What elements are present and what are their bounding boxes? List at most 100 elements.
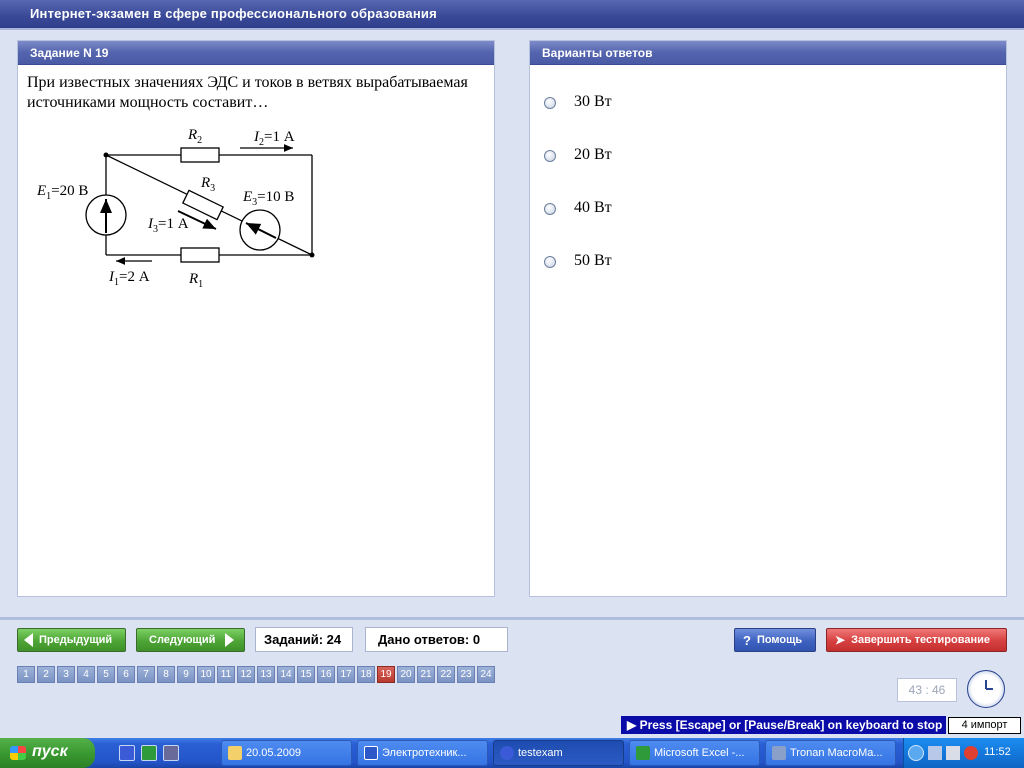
resistor-r2 [180, 147, 220, 163]
answer-option-1[interactable]: 30 Вт [544, 93, 744, 113]
label-i2: I2=1 А [253, 129, 295, 148]
page-button[interactable]: 21 [417, 666, 435, 683]
page-button[interactable]: 20 [397, 666, 415, 683]
previous-button[interactable]: Предыдущий [17, 628, 126, 652]
word-icon [364, 746, 378, 760]
answer-option-4[interactable]: 50 Вт [544, 252, 744, 272]
tray-network-icon[interactable] [946, 746, 960, 760]
page-button[interactable]: 23 [457, 666, 475, 683]
page-button[interactable]: 4 [77, 666, 95, 683]
clock-icon [967, 670, 1005, 708]
taskbar-window-label: testexam [518, 747, 563, 759]
finish-button[interactable]: ➤ Завершить тестирование [826, 628, 1007, 652]
radio-icon[interactable] [544, 150, 556, 162]
label-r2: R2 [187, 127, 202, 146]
radio-icon[interactable] [544, 97, 556, 109]
window-title: Интернет-экзамен в сфере профессионально… [0, 0, 1024, 28]
page-button[interactable]: 15 [297, 666, 315, 683]
start-button[interactable]: пуск [0, 738, 95, 768]
taskbar-window-excel[interactable]: Microsoft Excel -... [629, 740, 760, 766]
label-i1: I1=2 А [108, 269, 150, 288]
help-button-label: Помощь [756, 634, 803, 646]
taskbar-window-label: Электротехник... [382, 747, 467, 759]
help-button[interactable]: ? Помощь [734, 628, 816, 652]
page-button[interactable]: 17 [337, 666, 355, 683]
label-r1: R1 [188, 271, 203, 290]
page-button[interactable]: 2 [37, 666, 55, 683]
tray-app-icon[interactable] [928, 746, 942, 760]
page-button[interactable]: 7 [137, 666, 155, 683]
page-button[interactable]: 22 [437, 666, 455, 683]
finish-button-label: Завершить тестирование [851, 634, 990, 646]
task-header: Задание N 19 [18, 41, 494, 65]
excel-icon [636, 746, 650, 760]
previous-button-label: Предыдущий [39, 634, 113, 646]
answer-label: 20 Вт [574, 146, 612, 163]
answer-label: 50 Вт [574, 252, 612, 269]
taskbar-window-label: 20.05.2009 [246, 747, 302, 759]
label-r3: R3 [200, 175, 215, 194]
tray-antivirus-icon[interactable] [964, 746, 978, 760]
play-icon: ▶ [627, 718, 637, 732]
page-button[interactable]: 5 [97, 666, 115, 683]
page-button[interactable]: 14 [277, 666, 295, 683]
label-e1: E1=20 В [36, 183, 88, 202]
answers-counter: Дано ответов: 0 [365, 627, 508, 652]
page-button[interactable]: 19 [377, 666, 395, 683]
runner-icon: ➤ [835, 633, 846, 647]
timer-display: 43 : 46 [897, 678, 957, 702]
answers-header: Варианты ответов [530, 41, 1006, 65]
answer-option-3[interactable]: 40 Вт [544, 199, 744, 219]
taskbar-window-macro[interactable]: Tronan MacroMa... [765, 740, 896, 766]
quicklaunch-bmp-icon[interactable] [163, 745, 179, 761]
clock-time: 11:52 [984, 746, 1011, 758]
page-button[interactable]: 3 [57, 666, 75, 683]
tasks-counter: Заданий: 24 [255, 627, 353, 652]
title-divider [0, 28, 1024, 30]
answer-label: 30 Вт [574, 93, 612, 110]
question-text: При известных значениях ЭДС и токов в ве… [27, 74, 468, 111]
answer-label: 40 Вт [574, 199, 612, 216]
page-button[interactable]: 12 [237, 666, 255, 683]
quicklaunch-ie-icon[interactable] [119, 745, 135, 761]
radio-icon[interactable] [544, 203, 556, 215]
macro-icon [772, 746, 786, 760]
label-i3: I3=1 А [147, 216, 189, 235]
next-button-label: Следующий [149, 634, 216, 646]
folder-icon [228, 746, 242, 760]
taskbar-window-label: Tronan MacroMa... [790, 747, 883, 759]
answer-option-2[interactable]: 20 Вт [544, 146, 744, 166]
page-button[interactable]: 1 [17, 666, 35, 683]
taskbar-window-label: Microsoft Excel -... [654, 747, 745, 759]
task-panel: Задание N 19 При известных значениях ЭДС… [17, 40, 495, 597]
page-button[interactable]: 6 [117, 666, 135, 683]
page-button[interactable]: 10 [197, 666, 215, 683]
taskbar-window-testexam[interactable]: testexam [493, 740, 624, 766]
page-button[interactable]: 16 [317, 666, 335, 683]
label-e3: E3=10 В [242, 189, 294, 208]
arrow-left-icon [24, 633, 33, 647]
question-page-nav: 1 2 3 4 5 6 7 8 9 10 11 12 13 14 15 16 17 18 19 20 21 22 23 24 [17, 666, 497, 683]
page-button[interactable]: 9 [177, 666, 195, 683]
circuit-diagram: R2 I2=1 А R3 E1=20 В E3=10 В I3=1 А I1=2… [36, 127, 315, 290]
macro-banner: ▶ Press [Escape] or [Pause/Break] on key… [621, 716, 946, 734]
banner-text: Press [Escape] or [Pause/Break] on keybo… [639, 718, 943, 732]
page-button[interactable]: 24 [477, 666, 495, 683]
page-button[interactable]: 8 [157, 666, 175, 683]
page-button[interactable]: 13 [257, 666, 275, 683]
next-button[interactable]: Следующий [136, 628, 245, 652]
banner-extra-label: 4 импорт [948, 717, 1021, 734]
quicklaunch-excel-icon[interactable] [141, 745, 157, 761]
answers-panel: Варианты ответов 30 Вт 20 Вт 40 Вт 50 Вт [529, 40, 1007, 597]
page-button[interactable]: 11 [217, 666, 235, 683]
windows-flag-icon [10, 746, 26, 760]
resistor-r1 [180, 247, 220, 263]
radio-icon[interactable] [544, 256, 556, 268]
taskbar-window-folder[interactable]: 20.05.2009 [221, 740, 352, 766]
bottom-divider [0, 617, 1024, 620]
tray-expand-icon[interactable] [908, 745, 924, 761]
ie-icon [500, 746, 514, 760]
page-button[interactable]: 18 [357, 666, 375, 683]
taskbar-window-word[interactable]: Электротехник... [357, 740, 488, 766]
question-mark-icon: ? [743, 632, 751, 648]
